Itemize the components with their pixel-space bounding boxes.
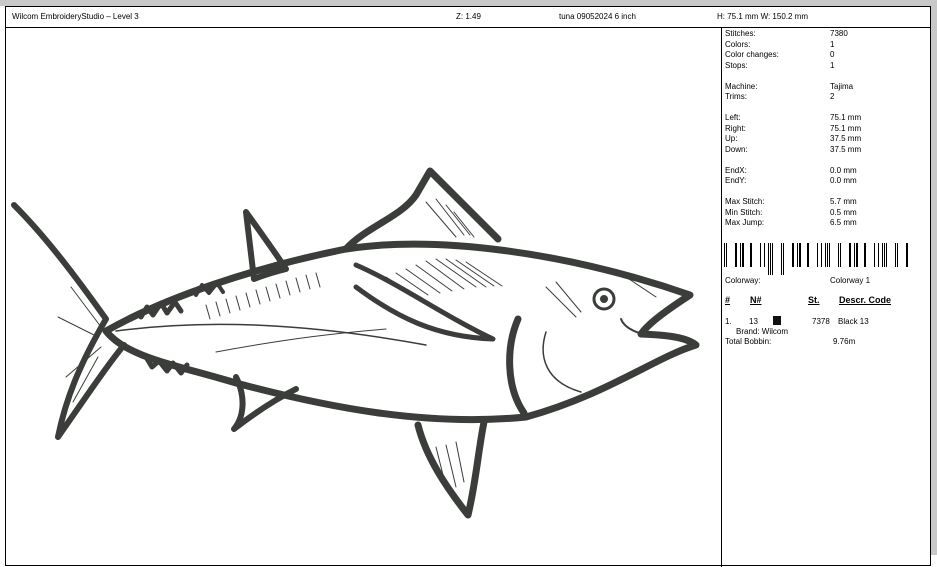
body-outline (102, 240, 700, 424)
stat-color-changes: Color changes: 0 (725, 50, 835, 59)
row-needle: 13 (749, 317, 758, 326)
gill-line (506, 315, 528, 417)
col-header-descr-code: Descr. Code (839, 295, 892, 305)
barcode-bar (906, 243, 908, 267)
barcode-bar (781, 243, 782, 275)
row-brand: Brand: Wilcom (736, 327, 789, 336)
barcode-bar (740, 243, 741, 267)
stat-max-stitch: Max Stitch: 5.7 mm (725, 197, 857, 206)
design-canvas[interactable] (6, 27, 722, 567)
stat-right: Right: 75.1 mm (725, 123, 862, 133)
barcode-bar (783, 243, 784, 275)
barcode-bar (760, 243, 761, 267)
stat-up: Up: 37.5 mm (725, 134, 862, 143)
barcode-bar (882, 243, 883, 267)
tuna-embroidery-design (11, 167, 700, 519)
dorsal-fin (342, 167, 502, 253)
row-descr: Black 13 (838, 317, 869, 326)
col-header-stitches: St. (808, 295, 820, 305)
pectoral-fin (353, 262, 496, 342)
tail-fin (11, 202, 127, 440)
barcode-bar (897, 243, 898, 267)
barcode-bar (726, 243, 727, 267)
barcode-bar (797, 243, 798, 267)
stat-down: Down: 37.5 mm (725, 144, 862, 154)
barcode-bar (886, 243, 887, 267)
barcode-bar (878, 243, 879, 267)
barcode-bar (825, 243, 826, 267)
app-title: Wilcom EmbroideryStudio – Level 3 (12, 12, 139, 21)
zoom-level: Z: 1.49 (456, 12, 481, 21)
barcode-bar (735, 243, 737, 267)
barcode-bar (849, 243, 851, 267)
row-stitches: 7378 (812, 317, 830, 326)
design-dimensions: H: 75.1 mm W: 150.2 mm (717, 12, 808, 21)
design-name: tuna 09052024 6 inch (559, 12, 636, 21)
barcode-bar (768, 243, 769, 275)
barcode-bar (724, 243, 725, 267)
stat-stops: Stops: 1 (725, 60, 835, 70)
barcode-bar (821, 243, 822, 267)
stat-max-jump: Max Jump: 6.5 mm (725, 218, 857, 227)
row-index: 1. (725, 317, 732, 326)
colorway-row: Colorway: Colorway 1 (725, 276, 871, 285)
barcode-bar (895, 243, 896, 267)
stat-stitches: Stitches: 7380 (725, 29, 848, 38)
barcode-bar (856, 243, 858, 267)
stat-min-stitch: Min Stitch: 0.5 mm (725, 207, 857, 217)
barcode-bar (742, 243, 744, 267)
design-barcode (724, 243, 908, 275)
design-info-panel: Stitches: 7380 Colors: 1 Color changes: 0 S… (722, 27, 932, 567)
anal-fin (414, 418, 488, 519)
barcode-bar (864, 243, 866, 267)
print-preview-sheet: Wilcom EmbroideryStudio – Level 3 Z: 1.4… (5, 6, 932, 567)
barcode-bar (792, 243, 794, 267)
barcode-bar (772, 243, 773, 275)
col-header-needle: N# (750, 295, 762, 305)
barcode-bar (840, 243, 841, 267)
stat-endy: EndY: 0.0 mm (725, 176, 857, 185)
stat-colors: Colors: 1 (725, 39, 835, 49)
barcode-bar (838, 243, 839, 267)
sheet-header: Wilcom EmbroideryStudio – Level 3 Z: 1.4… (6, 7, 930, 28)
barcode-bar (799, 243, 801, 267)
barcode-bar (854, 243, 855, 267)
stat-trims: Trims: 2 (725, 92, 835, 101)
stat-machine: Machine: Tajima (725, 81, 854, 91)
stat-left: Left: 75.1 mm (725, 113, 862, 122)
total-bobbin: Total Bobbin: 9.76m (725, 337, 856, 346)
thread-color-swatch (773, 316, 781, 325)
barcode-bar (827, 243, 828, 267)
barcode-bar (764, 243, 765, 267)
col-header-index: # (725, 295, 731, 305)
barcode-bar (807, 243, 809, 267)
barcode-bar (874, 243, 875, 267)
barcode-bar (770, 243, 771, 275)
barcode-bar (884, 243, 885, 267)
stat-endx: EndX: 0.0 mm (725, 165, 857, 175)
barcode-bar (750, 243, 752, 267)
barcode-bar (829, 243, 830, 267)
barcode-bar (817, 243, 818, 267)
